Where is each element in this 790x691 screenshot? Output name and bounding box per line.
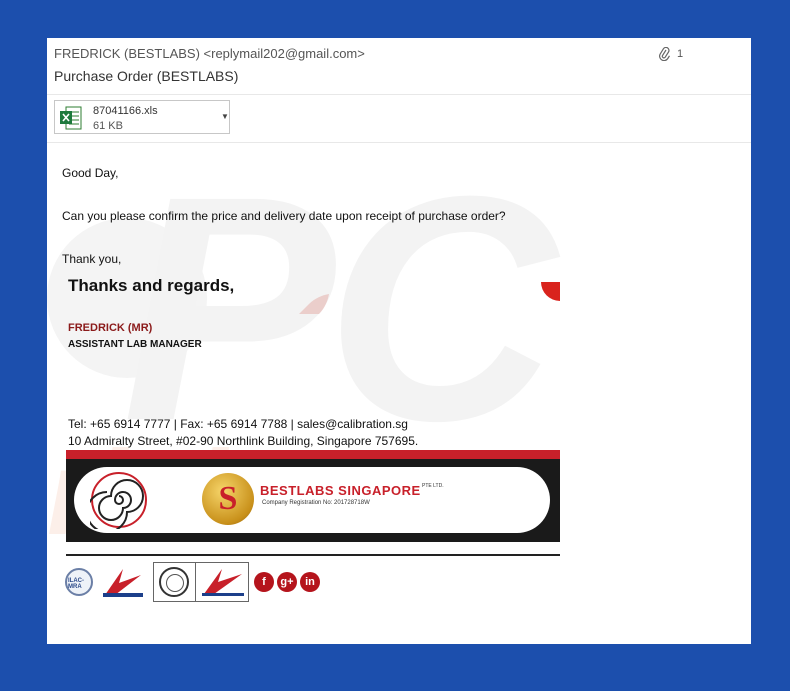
banner-stripe bbox=[66, 453, 560, 459]
spiral-logo-icon bbox=[90, 472, 147, 529]
paperclip-icon bbox=[659, 47, 671, 61]
greeting-text: Good Day, bbox=[62, 166, 119, 180]
badge-divider bbox=[195, 563, 196, 601]
ilac-badge: ILAC-MRA bbox=[65, 568, 93, 596]
watermark-pc: PC bbox=[122, 129, 557, 487]
signature-name: FREDRICK (MR) bbox=[68, 322, 153, 334]
attachment-card[interactable]: 87041166.xls 61 KB ▼ bbox=[54, 100, 230, 134]
google-plus-icon[interactable]: g+ bbox=[277, 572, 297, 592]
signature-title: ASSISTANT LAB MANAGER bbox=[68, 339, 202, 350]
attachment-size: 61 KB bbox=[93, 120, 123, 132]
sac-certification-icon bbox=[202, 569, 244, 596]
ilac-label: ILAC-MRA bbox=[68, 578, 84, 590]
signature-contact: Tel: +65 6914 7777 | Fax: +65 6914 7788 … bbox=[68, 417, 408, 431]
sac-accreditation-icon bbox=[103, 569, 143, 597]
decorative-red-shape bbox=[541, 282, 560, 301]
signature-rule bbox=[66, 554, 560, 556]
closing-text: Thank you, bbox=[62, 252, 122, 266]
header-divider bbox=[47, 94, 751, 95]
facebook-icon[interactable]: f bbox=[254, 572, 274, 592]
attachment-count-label: 1 bbox=[677, 48, 684, 60]
signature-address: 10 Admiralty Street, #02-90 Northlink Bu… bbox=[68, 434, 419, 448]
email-subject: Purchase Order (BESTLABS) bbox=[54, 68, 239, 84]
watermark-circle bbox=[47, 218, 207, 378]
chevron-down-icon[interactable]: ▼ bbox=[221, 112, 229, 121]
message-text: Can you please confirm the price and del… bbox=[62, 209, 506, 223]
attachment-count[interactable]: 1 bbox=[659, 47, 683, 61]
company-s-logo: S bbox=[202, 473, 254, 525]
company-banner: S BESTLABS SINGAPORE PTE LTD. Company Re… bbox=[66, 450, 560, 542]
company-suffix: PTE LTD. bbox=[422, 483, 444, 489]
linkedin-icon[interactable]: in bbox=[300, 572, 320, 592]
email-window: PC risk.com FREDRICK (BESTLABS) <replyma… bbox=[47, 38, 751, 644]
sender-address[interactable]: FREDRICK (BESTLABS) <replymail202@gmail.… bbox=[54, 46, 365, 61]
banner-pill: S BESTLABS SINGAPORE PTE LTD. Company Re… bbox=[74, 467, 550, 533]
company-name: BESTLABS SINGAPORE bbox=[260, 483, 421, 498]
signature-regards: Thanks and regards, bbox=[68, 276, 235, 295]
rocket-icon bbox=[299, 294, 329, 314]
certification-box bbox=[153, 562, 249, 602]
excel-file-icon bbox=[60, 106, 82, 130]
seal-icon bbox=[159, 567, 189, 597]
company-registration: Company Registration No: 201728718W bbox=[262, 500, 370, 506]
body-divider bbox=[47, 142, 751, 143]
attachment-name: 87041166.xls bbox=[93, 105, 158, 117]
